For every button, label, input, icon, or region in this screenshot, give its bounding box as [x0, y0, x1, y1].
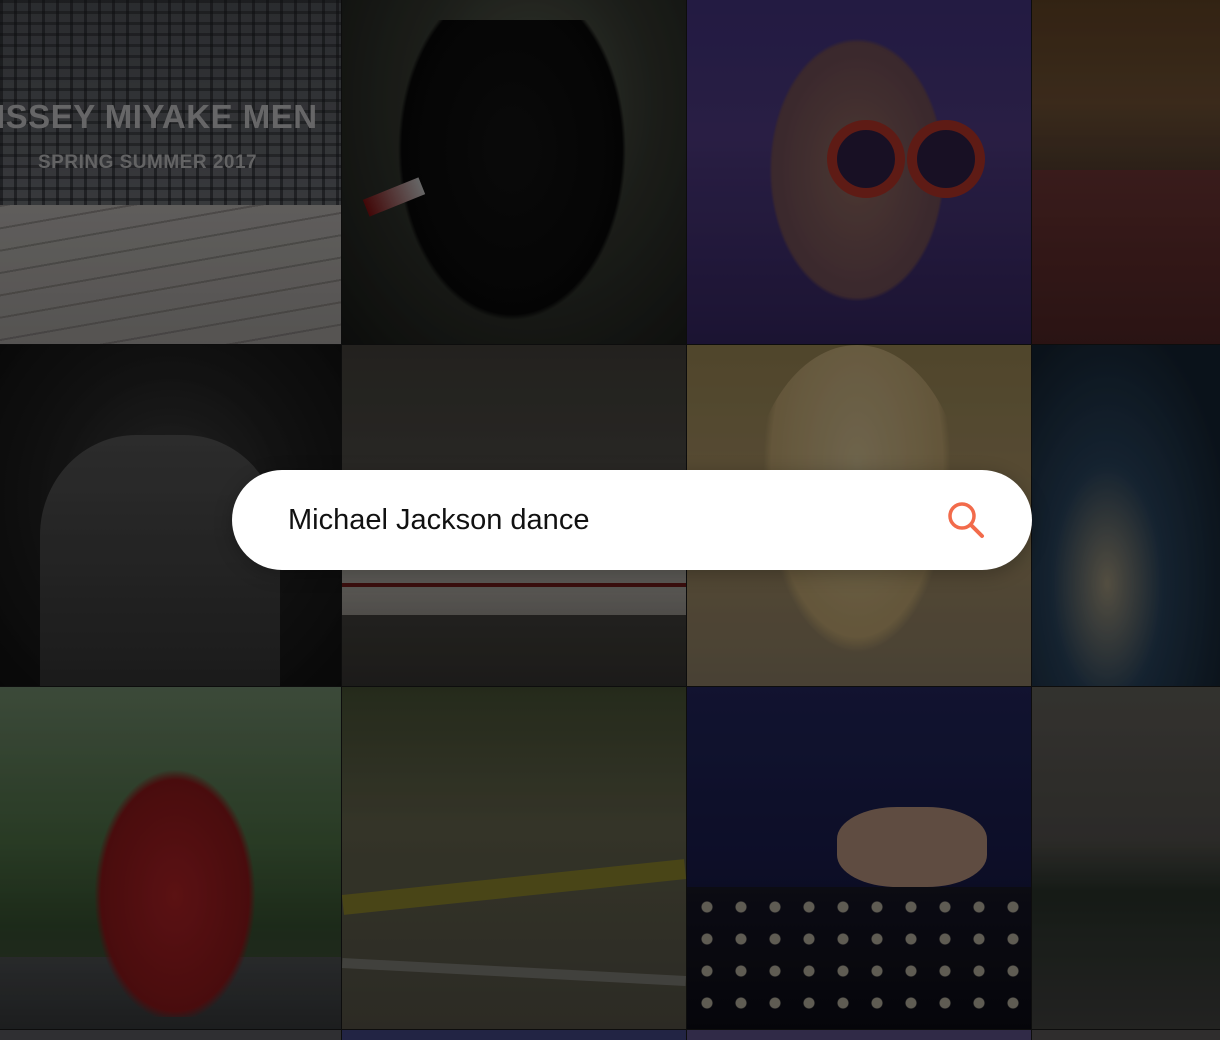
thumbnail-dj-mixer[interactable]	[687, 687, 1031, 1029]
thumbnail-issey-miyake[interactable]: ISSEY MIYAKE MEN SPRING SUMMER 2017	[0, 0, 341, 344]
search-input[interactable]	[288, 470, 928, 570]
thumbnail-partial	[687, 1030, 1031, 1040]
thumbnail-trial-frame-glasses[interactable]	[687, 0, 1031, 344]
thumbnail-partial	[0, 1030, 341, 1040]
thumbnail-performer-jacket[interactable]	[342, 0, 686, 344]
thumbnail-partial	[342, 1030, 686, 1040]
thumbnail-concert-singer[interactable]	[1032, 345, 1220, 686]
thumbnail-partial	[1032, 1030, 1220, 1040]
search-icon	[948, 502, 984, 538]
page: ISSEY MIYAKE MEN SPRING SUMMER 2017	[0, 0, 1220, 1040]
thumbnail-field-runner[interactable]	[1032, 687, 1220, 1029]
thumbnail-costume-actor[interactable]	[1032, 0, 1220, 344]
search-bar	[232, 470, 1032, 570]
search-button[interactable]	[944, 498, 988, 542]
thumbnail-motorcycle-race[interactable]	[0, 687, 341, 1029]
thumbnail-child-playground[interactable]	[342, 687, 686, 1029]
